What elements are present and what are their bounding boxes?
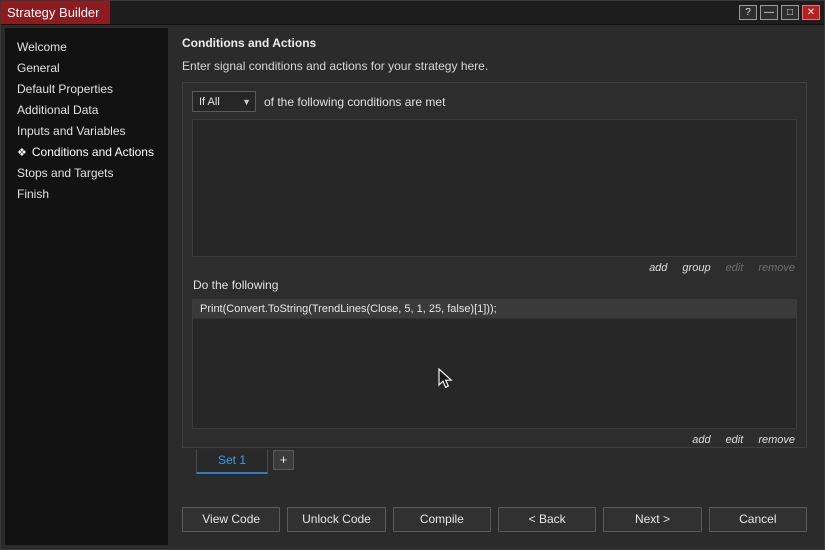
main-content: Conditions and Actions Enter signal cond… bbox=[168, 28, 820, 545]
sidebar-item-inputs-variables[interactable]: Inputs and Variables bbox=[5, 121, 168, 142]
sidebar-item-label: Default Properties bbox=[17, 82, 114, 96]
close-button[interactable]: ✕ bbox=[802, 5, 820, 20]
actions-list[interactable]: Print(Convert.ToString(TrendLines(Close,… bbox=[192, 299, 797, 429]
sidebar: Welcome General Default Properties Addit… bbox=[5, 28, 168, 545]
chevron-down-icon: ▼ bbox=[242, 96, 251, 107]
actions-edit-link[interactable]: edit bbox=[726, 434, 744, 446]
dropdown-value: If All bbox=[199, 95, 220, 108]
conditions-links: add group edit remove bbox=[192, 259, 797, 277]
add-set-button[interactable]: + bbox=[273, 450, 294, 470]
sidebar-item-additional-data[interactable]: Additional Data bbox=[5, 100, 168, 121]
actions-remove-link[interactable]: remove bbox=[758, 434, 795, 446]
maximize-button[interactable]: □ bbox=[781, 5, 799, 20]
cancel-button[interactable]: Cancel bbox=[708, 507, 807, 532]
sidebar-item-stops-targets[interactable]: Stops and Targets bbox=[5, 163, 168, 184]
conditions-header: If All ▼ of the following conditions are… bbox=[192, 91, 797, 112]
sidebar-item-label: Finish bbox=[17, 187, 50, 201]
back-button[interactable]: < Back bbox=[497, 507, 597, 532]
condition-mode-dropdown[interactable]: If All ▼ bbox=[192, 91, 256, 112]
page-subtitle: Enter signal conditions and actions for … bbox=[182, 59, 489, 73]
sidebar-item-label: Welcome bbox=[17, 40, 67, 54]
unlock-code-button[interactable]: Unlock Code bbox=[287, 507, 386, 532]
conditions-add-link[interactable]: add bbox=[649, 262, 667, 274]
set-tabstrip: Set 1 + bbox=[196, 449, 807, 474]
sidebar-item-welcome[interactable]: Welcome bbox=[5, 37, 168, 58]
sidebar-item-finish[interactable]: Finish bbox=[5, 184, 168, 205]
page-title: Conditions and Actions bbox=[182, 36, 317, 50]
conditions-actions-panel: If All ▼ of the following conditions are… bbox=[182, 82, 807, 448]
sidebar-item-label: Additional Data bbox=[17, 103, 99, 117]
sidebar-item-label: Stops and Targets bbox=[17, 166, 114, 180]
conditions-remove-link: remove bbox=[758, 262, 795, 274]
actions-links: add edit remove bbox=[192, 431, 797, 449]
help-button[interactable]: ? bbox=[739, 5, 757, 20]
sidebar-item-label: General bbox=[17, 61, 60, 75]
bottom-button-row: View Code Unlock Code Compile < Back Nex… bbox=[182, 507, 807, 532]
sidebar-item-label: Conditions and Actions bbox=[31, 145, 154, 159]
conditions-edit-link: edit bbox=[725, 262, 744, 274]
sidebar-item-default-properties[interactable]: Default Properties bbox=[5, 79, 168, 100]
view-code-button[interactable]: View Code bbox=[182, 507, 281, 532]
current-step-icon: ❖ bbox=[17, 147, 27, 159]
next-button[interactable]: Next > bbox=[603, 507, 702, 532]
minimize-button[interactable]: — bbox=[760, 5, 778, 20]
window-controls: ? — □ ✕ bbox=[739, 1, 824, 24]
conditions-group-link[interactable]: group bbox=[682, 262, 710, 274]
titlebar: Strategy Builder ? — □ ✕ bbox=[1, 1, 824, 25]
sidebar-item-conditions-actions[interactable]: ❖ Conditions and Actions bbox=[5, 142, 168, 163]
tab-set-1[interactable]: Set 1 bbox=[196, 449, 268, 474]
window-body: Welcome General Default Properties Addit… bbox=[5, 28, 820, 545]
conditions-list[interactable] bbox=[192, 119, 797, 257]
sidebar-item-general[interactable]: General bbox=[5, 58, 168, 79]
actions-add-link[interactable]: add bbox=[692, 434, 710, 446]
actions-label: Do the following bbox=[193, 278, 279, 292]
action-row[interactable]: Print(Convert.ToString(TrendLines(Close,… bbox=[193, 300, 796, 319]
conditions-suffix-text: of the following conditions are met bbox=[264, 94, 446, 109]
strategy-builder-window: Strategy Builder ? — □ ✕ Welcome General… bbox=[0, 0, 825, 550]
window-title: Strategy Builder bbox=[1, 1, 110, 24]
sidebar-item-label: Inputs and Variables bbox=[17, 124, 126, 138]
compile-button[interactable]: Compile bbox=[392, 507, 491, 532]
